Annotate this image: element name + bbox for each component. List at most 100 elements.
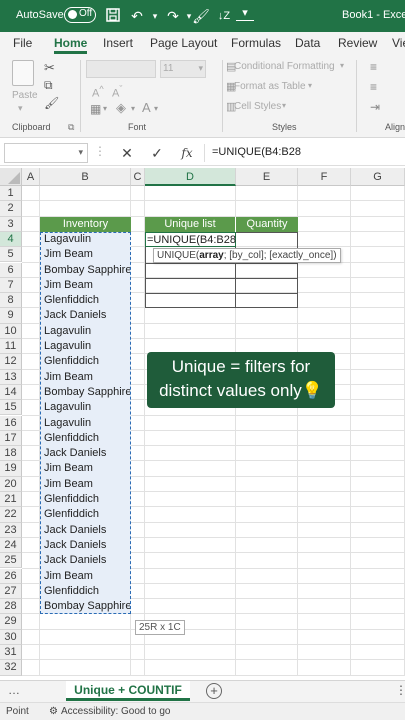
accessibility-icon[interactable]: ⚙ [49, 706, 58, 717]
column-header-a[interactable]: A [22, 168, 40, 186]
tab-page-layout[interactable]: Page Layout [150, 36, 217, 50]
inventory-cell[interactable]: Jack Daniels [41, 308, 130, 323]
row-header-31[interactable]: 31 [0, 645, 22, 661]
row-header-20[interactable]: 20 [0, 476, 22, 492]
row-header-10[interactable]: 10 [0, 323, 22, 339]
accessibility-status[interactable]: Accessibility: Good to go [61, 706, 171, 717]
row-header-24[interactable]: 24 [0, 537, 22, 554]
row-header-13[interactable]: 13 [0, 369, 22, 385]
align-left-icon[interactable]: ≡ [370, 80, 377, 94]
undo-icon[interactable]: ↶ [128, 7, 146, 25]
font-size-box[interactable]: 11 ▾ [160, 60, 206, 78]
inventory-cell[interactable]: Glenfiddich [41, 584, 130, 599]
font-color-icon[interactable]: A [142, 100, 151, 115]
row-header-4[interactable]: 4 [0, 231, 22, 248]
customize-qat-icon[interactable]: ▾ [236, 7, 254, 21]
inventory-cell[interactable]: Jack Daniels [41, 446, 130, 461]
add-sheet-icon[interactable]: + [206, 683, 222, 699]
inventory-cell[interactable]: Jack Daniels [41, 538, 130, 553]
inventory-cell[interactable]: Jack Daniels [41, 553, 130, 568]
cell-editor-text[interactable]: =UNIQUE(B4:B28 [147, 233, 236, 247]
column-header-g[interactable]: G [351, 168, 405, 186]
copy-icon[interactable]: ⧉ [44, 78, 53, 93]
worksheet-grid[interactable]: ABCDEFG 1 2 3 4 5 6 7 8 9 10 11 12 13 14 15 16 17 18 19 20 2… [0, 168, 405, 679]
row-header-5[interactable]: 5 [0, 247, 22, 263]
tab-view[interactable]: Vie [392, 36, 405, 50]
undo-dropdown-icon[interactable]: ▾ [146, 7, 164, 25]
align-top-icon[interactable]: ≡ [370, 60, 377, 74]
row-header-17[interactable]: 17 [0, 430, 22, 447]
row-header-29[interactable]: 29 [0, 614, 22, 630]
cell-styles-button[interactable]: Cell Styles [234, 101, 281, 112]
autosave-toggle[interactable]: Off [64, 7, 96, 23]
active-cell-d4[interactable]: =UNIQUE(B4:B28 [145, 231, 236, 248]
cell-styles-dropdown-icon[interactable]: ▾ [282, 101, 286, 110]
inventory-cell[interactable]: Jim Beam [41, 461, 130, 476]
tab-formulas[interactable]: Formulas [231, 36, 281, 50]
row-header-7[interactable]: 7 [0, 277, 22, 294]
row-header-21[interactable]: 21 [0, 492, 22, 508]
row-header-3[interactable]: 3 [0, 216, 22, 232]
column-header-d[interactable]: D [145, 168, 236, 186]
name-box[interactable]: ▾ [4, 143, 88, 163]
format-as-table-button[interactable]: Format as Table [234, 81, 306, 92]
font-size-dropdown-icon[interactable]: ▾ [198, 63, 203, 74]
more-sheets-icon[interactable]: … [8, 683, 20, 697]
inventory-cell[interactable]: Glenfiddich [41, 354, 130, 369]
insert-function-button[interactable]: fx [176, 143, 198, 163]
inventory-cell[interactable]: Glenfiddich [41, 492, 130, 507]
row-header-25[interactable]: 25 [0, 553, 22, 569]
font-name-box[interactable] [86, 60, 156, 78]
formula-input[interactable]: =UNIQUE(B4:B28 [212, 146, 301, 158]
column-header-e[interactable]: E [236, 168, 298, 186]
cancel-icon[interactable]: ✕ [116, 143, 138, 163]
row-header-32[interactable]: 32 [0, 660, 22, 676]
row-header-19[interactable]: 19 [0, 461, 22, 477]
sheet-tab-unique-countif[interactable]: Unique + COUNTIF [66, 681, 190, 701]
row-header-26[interactable]: 26 [0, 568, 22, 584]
cut-icon[interactable]: ✂ [44, 60, 55, 76]
inventory-cell[interactable]: Jim Beam [41, 247, 130, 262]
inventory-cell[interactable]: Bombay Sapphire [41, 599, 130, 614]
name-box-dropdown-icon[interactable]: ▾ [78, 147, 83, 158]
increase-font-icon[interactable]: A^ [92, 84, 104, 100]
tab-review[interactable]: Review [338, 36, 377, 50]
enter-icon[interactable]: ✓ [146, 143, 168, 163]
inventory-cell[interactable]: Jim Beam [41, 370, 130, 385]
conditional-formatting-button[interactable]: Conditional Formatting [234, 61, 335, 72]
tab-home[interactable]: Home [54, 36, 88, 54]
inventory-cell[interactable]: Glenfiddich [41, 293, 130, 308]
row-header-27[interactable]: 27 [0, 583, 22, 600]
inventory-cell[interactable]: Jim Beam [41, 569, 130, 584]
save-icon[interactable] [104, 7, 122, 25]
unique-list-header[interactable]: Unique list [145, 216, 236, 232]
inventory-cell[interactable]: Jim Beam [41, 278, 130, 293]
inventory-header[interactable]: Inventory [40, 216, 131, 232]
row-header-14[interactable]: 14 [0, 384, 22, 401]
tab-data[interactable]: Data [295, 36, 320, 50]
inventory-cell[interactable]: Jack Daniels [41, 523, 130, 538]
font-color-dropdown-icon[interactable]: ▾ [154, 104, 158, 113]
borders-icon[interactable]: ▦ [90, 102, 101, 116]
row-header-9[interactable]: 9 [0, 308, 22, 324]
row-header-18[interactable]: 18 [0, 446, 22, 462]
tab-file[interactable]: File [13, 36, 32, 50]
tooltip-function-name[interactable]: UNIQUE( [157, 250, 199, 261]
row-header-16[interactable]: 16 [0, 415, 22, 431]
inventory-cell[interactable]: Bombay Sapphire [41, 385, 130, 400]
fill-color-dropdown-icon[interactable]: ▾ [131, 104, 135, 113]
format-painter-icon[interactable]: 🖌 [192, 7, 210, 25]
inventory-cell[interactable]: Lagavulin [41, 400, 130, 415]
inventory-cell[interactable]: Glenfiddich [41, 507, 130, 522]
row-header-30[interactable]: 30 [0, 629, 22, 645]
inventory-cell[interactable]: Jim Beam [41, 477, 130, 492]
row-header-11[interactable]: 11 [0, 339, 22, 355]
column-header-c[interactable]: C [131, 168, 145, 186]
row-header-15[interactable]: 15 [0, 400, 22, 416]
sheet-scroll-icon[interactable]: ⋮ [395, 683, 405, 697]
row-header-12[interactable]: 12 [0, 354, 22, 370]
quantity-header[interactable]: Quantity [236, 216, 298, 232]
select-all-corner[interactable] [0, 168, 22, 186]
row-header-28[interactable]: 28 [0, 599, 22, 615]
conditional-formatting-dropdown-icon[interactable]: ▾ [340, 61, 344, 70]
